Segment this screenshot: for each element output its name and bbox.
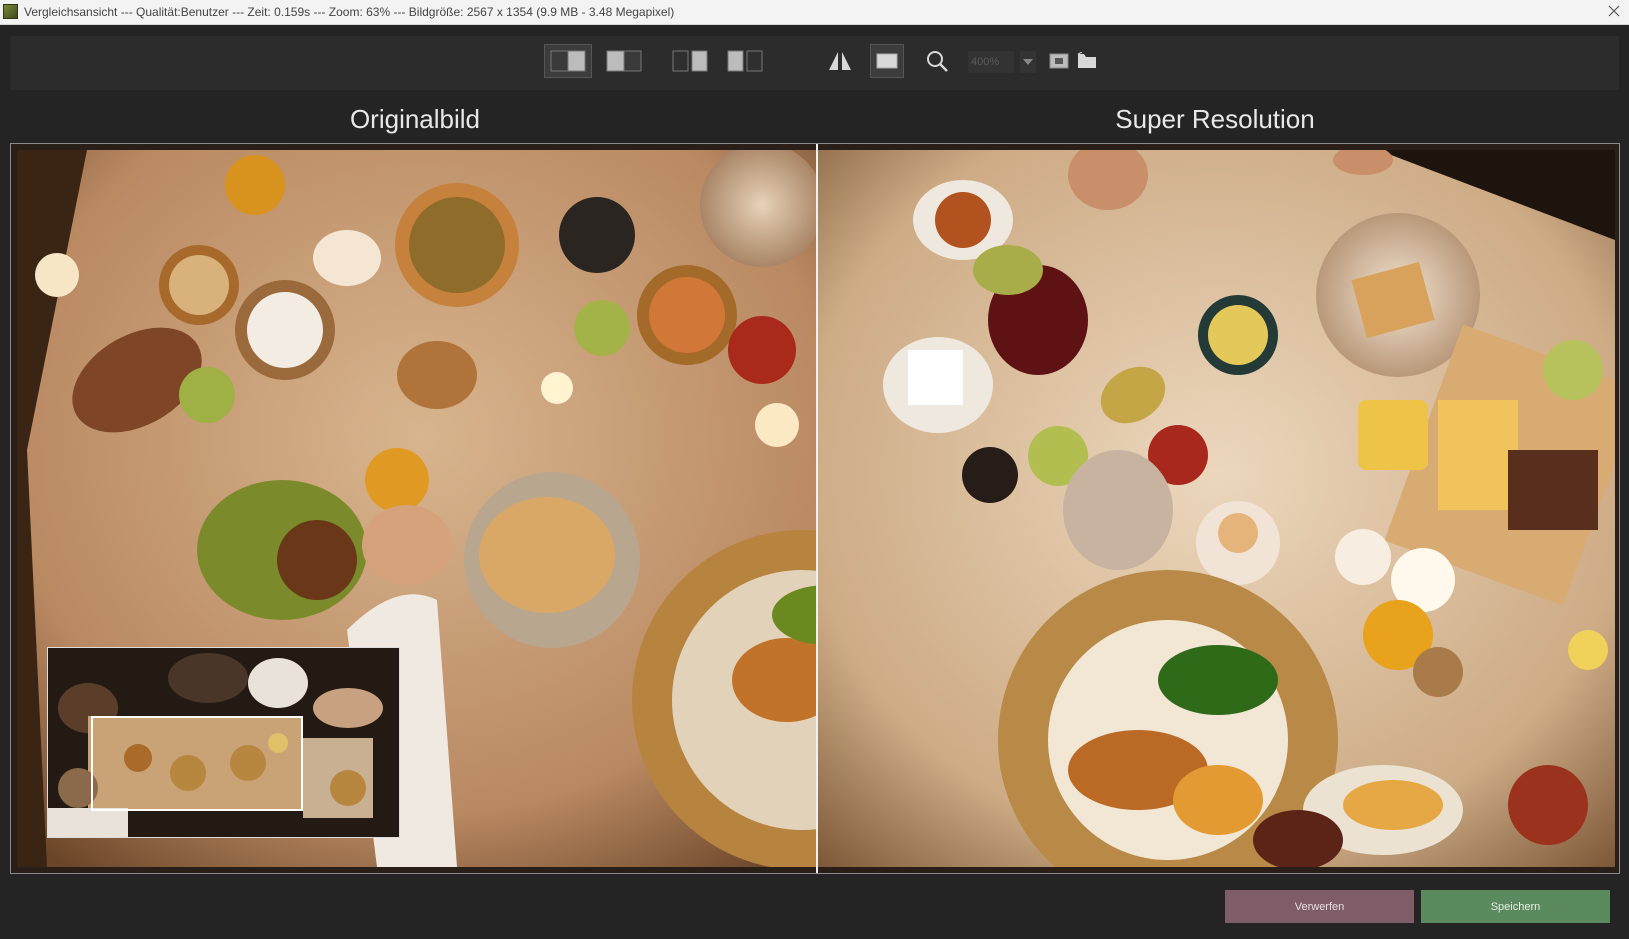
split-vertical-icon[interactable] — [544, 44, 592, 78]
compare-view[interactable] — [10, 143, 1620, 874]
navigator-viewport[interactable] — [91, 716, 303, 811]
original-label: Originalbild — [349, 104, 481, 134]
zoom-input[interactable]: 400% — [968, 51, 1014, 73]
fit-window-icon[interactable] — [870, 44, 904, 78]
super-resolution-label: Super Resolution — [1115, 104, 1315, 134]
toolbar: 400% — [10, 36, 1619, 90]
zoom-icon[interactable] — [920, 44, 954, 78]
window-title: Vergleichsansicht --- Qualität:Benutzer … — [24, 5, 675, 19]
folder-icon[interactable] — [1074, 44, 1100, 78]
super-resolution-image — [818, 150, 1615, 867]
close-icon[interactable] — [1605, 2, 1623, 20]
discard-button[interactable]: Verwerfen — [1225, 890, 1414, 923]
split-left-icon[interactable] — [600, 44, 648, 78]
mirror-icon[interactable] — [823, 44, 857, 78]
app-icon — [3, 4, 18, 19]
chevron-down-icon[interactable] — [1020, 51, 1036, 73]
split-divider[interactable] — [816, 144, 818, 873]
navigator-icon[interactable] — [1046, 44, 1072, 78]
side-by-side-light-icon[interactable] — [721, 44, 769, 78]
title-bar: Vergleichsansicht --- Qualität:Benutzer … — [0, 0, 1629, 25]
save-button[interactable]: Speichern — [1421, 890, 1610, 923]
side-by-side-dark-icon[interactable] — [666, 44, 714, 78]
navigator-thumbnail[interactable] — [47, 647, 400, 838]
